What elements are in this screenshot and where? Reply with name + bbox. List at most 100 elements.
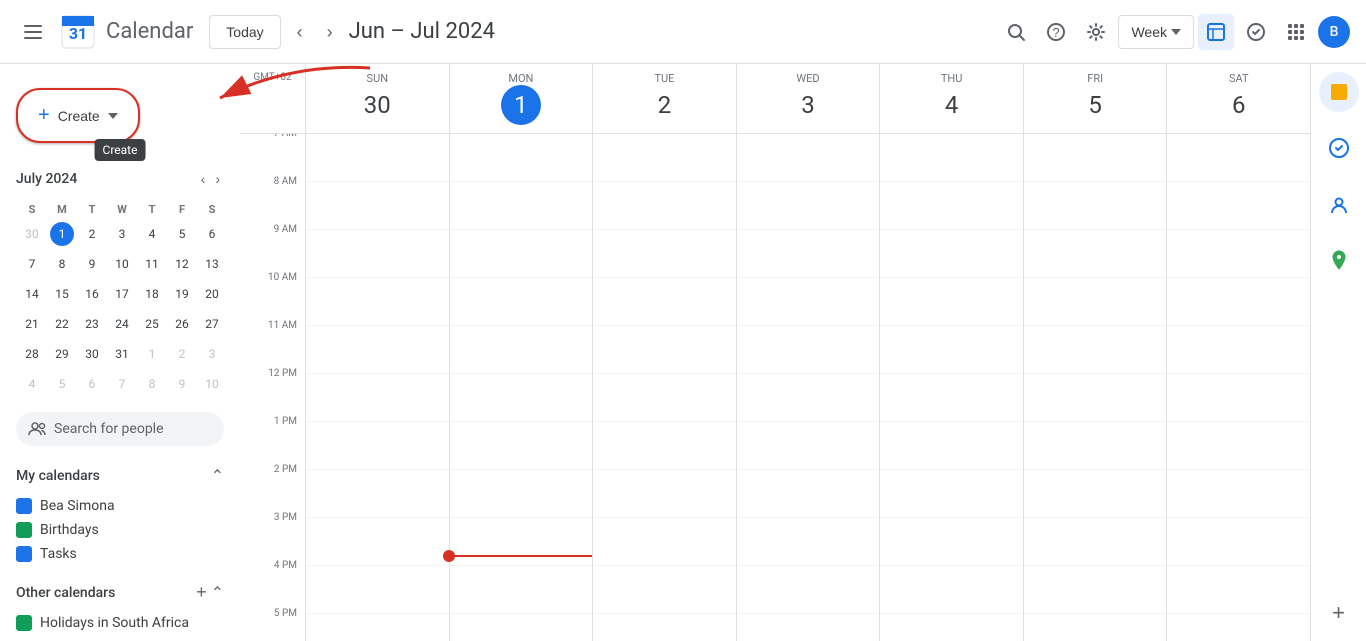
day-number[interactable]: 1 bbox=[501, 85, 541, 125]
tasks-view-button[interactable] bbox=[1238, 14, 1274, 50]
my-calendars-toggle[interactable]: ⌃ bbox=[211, 466, 224, 486]
right-tasks-icon[interactable] bbox=[1319, 128, 1359, 168]
day-column[interactable] bbox=[449, 134, 593, 641]
mini-cal-day[interactable]: 9 bbox=[168, 370, 196, 398]
day-number[interactable]: 5 bbox=[1075, 85, 1115, 125]
mini-cal-day[interactable]: 13 bbox=[198, 250, 226, 278]
search-button[interactable] bbox=[998, 14, 1034, 50]
avatar[interactable]: B bbox=[1318, 16, 1350, 48]
mini-cal-day[interactable]: 22 bbox=[48, 310, 76, 338]
day-header[interactable]: MON1 bbox=[449, 64, 593, 133]
mini-cal-day[interactable]: 7 bbox=[18, 250, 46, 278]
mini-cal-day[interactable]: 3 bbox=[108, 220, 136, 248]
my-calendars-header[interactable]: My calendars ⌃ bbox=[8, 458, 232, 494]
mini-cal-day[interactable]: 4 bbox=[138, 220, 166, 248]
mini-cal-day[interactable]: 5 bbox=[168, 220, 196, 248]
mini-cal-day[interactable]: 10 bbox=[108, 250, 136, 278]
mini-cal-day[interactable]: 27 bbox=[198, 310, 226, 338]
apps-button[interactable] bbox=[1278, 14, 1314, 50]
other-calendars-header[interactable]: Other calendars + ⌃ bbox=[8, 574, 232, 611]
mini-cal-day[interactable]: 1 bbox=[138, 340, 166, 368]
mini-cal-day[interactable]: 2 bbox=[168, 340, 196, 368]
day-header[interactable]: THU4 bbox=[879, 64, 1023, 133]
dropdown-arrow-icon bbox=[108, 113, 118, 119]
mini-cal-day[interactable]: 15 bbox=[48, 280, 76, 308]
day-header[interactable]: SUN30 bbox=[305, 64, 449, 133]
mini-cal-day[interactable]: 14 bbox=[18, 280, 46, 308]
mini-cal-day[interactable]: 30 bbox=[18, 220, 46, 248]
mini-cal-day[interactable]: 21 bbox=[18, 310, 46, 338]
mini-cal-day[interactable]: 9 bbox=[78, 250, 106, 278]
settings-button[interactable] bbox=[1078, 14, 1114, 50]
hour-line bbox=[1024, 278, 1167, 326]
right-reminders-icon[interactable] bbox=[1319, 72, 1359, 112]
day-number[interactable]: 4 bbox=[932, 85, 972, 125]
mini-cal-prev[interactable]: ‹ bbox=[197, 167, 210, 191]
create-button[interactable]: + Create bbox=[16, 88, 140, 143]
hamburger-button[interactable] bbox=[16, 15, 50, 49]
view-selector[interactable]: Week bbox=[1118, 15, 1194, 49]
day-column[interactable] bbox=[305, 134, 449, 641]
other-calendars-list: Holidays in South Africa bbox=[8, 611, 232, 635]
day-number[interactable]: 30 bbox=[357, 85, 397, 125]
mini-cal-day[interactable]: 8 bbox=[48, 250, 76, 278]
mini-cal-day[interactable]: 2 bbox=[78, 220, 106, 248]
mini-cal-day[interactable]: 30 bbox=[78, 340, 106, 368]
right-add-button[interactable]: + bbox=[1319, 593, 1359, 633]
day-column[interactable] bbox=[1023, 134, 1167, 641]
day-header[interactable]: TUE2 bbox=[592, 64, 736, 133]
day-header[interactable]: SAT6 bbox=[1166, 64, 1310, 133]
time-grid[interactable]: 7 AM8 AM9 AM10 AM11 AM12 PM1 PM2 PM3 PM4… bbox=[240, 134, 1310, 641]
mini-cal-day[interactable]: 20 bbox=[198, 280, 226, 308]
mini-cal-day[interactable]: 23 bbox=[78, 310, 106, 338]
mini-cal-day[interactable]: 3 bbox=[198, 340, 226, 368]
mini-cal-day[interactable]: 1 bbox=[48, 220, 76, 248]
day-header[interactable]: WED3 bbox=[736, 64, 880, 133]
day-header[interactable]: FRI5 bbox=[1023, 64, 1167, 133]
day-column[interactable] bbox=[879, 134, 1023, 641]
today-button[interactable]: Today bbox=[209, 15, 280, 49]
other-calendars-toggle[interactable]: ⌃ bbox=[211, 583, 224, 603]
my-calendar-item[interactable]: Birthdays bbox=[8, 518, 232, 542]
other-calendar-item[interactable]: Holidays in South Africa bbox=[8, 611, 232, 635]
calendar-view-button[interactable] bbox=[1198, 14, 1234, 50]
calendar-label: Bea Simona bbox=[40, 498, 115, 514]
mini-cal-day[interactable]: 7 bbox=[108, 370, 136, 398]
mini-cal-day[interactable]: 26 bbox=[168, 310, 196, 338]
day-column[interactable] bbox=[592, 134, 736, 641]
mini-cal-day[interactable]: 10 bbox=[198, 370, 226, 398]
prev-period-button[interactable]: ‹ bbox=[289, 15, 311, 49]
next-period-button[interactable]: › bbox=[319, 15, 341, 49]
day-column[interactable] bbox=[736, 134, 880, 641]
day-number[interactable]: 3 bbox=[788, 85, 828, 125]
search-people[interactable]: Search for people bbox=[16, 412, 224, 446]
mini-cal-day[interactable]: 4 bbox=[18, 370, 46, 398]
my-calendar-item[interactable]: Tasks bbox=[8, 542, 232, 566]
mini-cal-day[interactable]: 8 bbox=[138, 370, 166, 398]
help-button[interactable]: ? bbox=[1038, 14, 1074, 50]
mini-cal-day[interactable]: 17 bbox=[108, 280, 136, 308]
day-number[interactable]: 2 bbox=[644, 85, 684, 125]
mini-cal-day[interactable]: 18 bbox=[138, 280, 166, 308]
add-other-calendar-button[interactable]: + bbox=[196, 582, 207, 603]
mini-cal-next[interactable]: › bbox=[211, 167, 224, 191]
right-maps-icon[interactable] bbox=[1319, 240, 1359, 280]
mini-cal-day[interactable]: 12 bbox=[168, 250, 196, 278]
mini-cal-day[interactable]: 25 bbox=[138, 310, 166, 338]
my-calendar-item[interactable]: Bea Simona bbox=[8, 494, 232, 518]
mini-cal-title[interactable]: July 2024 bbox=[16, 171, 77, 187]
mini-cal-day[interactable]: 31 bbox=[108, 340, 136, 368]
mini-cal-day[interactable]: 6 bbox=[78, 370, 106, 398]
day-number[interactable]: 6 bbox=[1219, 85, 1259, 125]
other-calendars-section: Other calendars + ⌃ Holidays in South Af… bbox=[0, 574, 240, 635]
mini-cal-day[interactable]: 19 bbox=[168, 280, 196, 308]
mini-cal-day[interactable]: 16 bbox=[78, 280, 106, 308]
mini-cal-day[interactable]: 11 bbox=[138, 250, 166, 278]
mini-cal-day[interactable]: 28 bbox=[18, 340, 46, 368]
mini-cal-day[interactable]: 29 bbox=[48, 340, 76, 368]
right-contacts-icon[interactable] bbox=[1319, 184, 1359, 224]
mini-cal-day[interactable]: 24 bbox=[108, 310, 136, 338]
mini-cal-day[interactable]: 5 bbox=[48, 370, 76, 398]
mini-cal-day[interactable]: 6 bbox=[198, 220, 226, 248]
day-column[interactable] bbox=[1166, 134, 1310, 641]
